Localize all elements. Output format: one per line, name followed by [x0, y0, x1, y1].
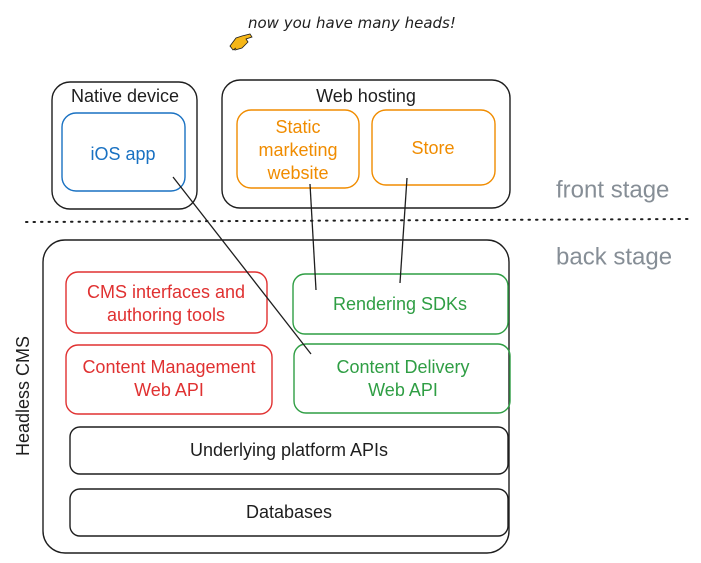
databases-node[interactable]: Databases: [69, 488, 509, 537]
content-delivery-api-label-line-2: Web API: [368, 380, 438, 400]
ios-app-node[interactable]: iOS app: [61, 112, 186, 192]
content-management-api-label-line-1: Content Management: [82, 357, 255, 377]
native-device-group[interactable]: Native device iOS app: [51, 81, 198, 210]
databases-label: Databases: [246, 502, 332, 522]
connector-store-to-rendering-sdks: [399, 177, 408, 284]
front-stage-label: front stage: [556, 176, 669, 203]
pointing-hand-icon: [229, 33, 253, 51]
headless-cms-diagram: now you have many heads! Native device i…: [13, 14, 691, 554]
content-delivery-api-label-line-1: Content Delivery: [336, 357, 469, 377]
ios-app-label: iOS app: [90, 144, 155, 164]
cms-interfaces-label-line-2: authoring tools: [107, 305, 225, 325]
static-website-label-line-3: website: [266, 163, 328, 183]
underlying-platform-apis-node[interactable]: Underlying platform APIs: [69, 426, 509, 475]
connector-ios-to-delivery-api: [172, 176, 312, 355]
web-hosting-group[interactable]: Web hosting Static marketing website Sto…: [221, 79, 511, 209]
cms-interfaces-label-line-1: CMS interfaces and: [87, 282, 245, 302]
store-node[interactable]: Store: [371, 109, 496, 186]
content-delivery-api-node[interactable]: Content Delivery Web API: [293, 343, 511, 414]
back-stage-label: back stage: [556, 243, 672, 270]
content-management-api-label-line-2: Web API: [134, 380, 204, 400]
static-website-label-line-1: Static: [275, 117, 320, 137]
content-delivery-api-box[interactable]: [293, 343, 511, 414]
rendering-sdks-label: Rendering SDKs: [333, 294, 467, 314]
store-label: Store: [411, 138, 454, 158]
cms-interfaces-node[interactable]: CMS interfaces and authoring tools: [65, 271, 268, 334]
content-management-api-node[interactable]: Content Management Web API: [65, 344, 273, 415]
underlying-platform-apis-label: Underlying platform APIs: [190, 440, 388, 460]
native-device-title: Native device: [71, 86, 179, 106]
annotation-text: now you have many heads!: [248, 14, 456, 32]
web-hosting-title: Web hosting: [316, 86, 416, 106]
annotation: now you have many heads!: [229, 14, 456, 51]
headless-cms-group[interactable]: Headless CMS CMS interfaces and authorin…: [13, 239, 511, 554]
stage-divider: [25, 218, 691, 223]
static-website-node[interactable]: Static marketing website: [236, 109, 360, 189]
headless-cms-title: Headless CMS: [13, 336, 33, 456]
static-website-label-line-2: marketing: [258, 140, 337, 160]
